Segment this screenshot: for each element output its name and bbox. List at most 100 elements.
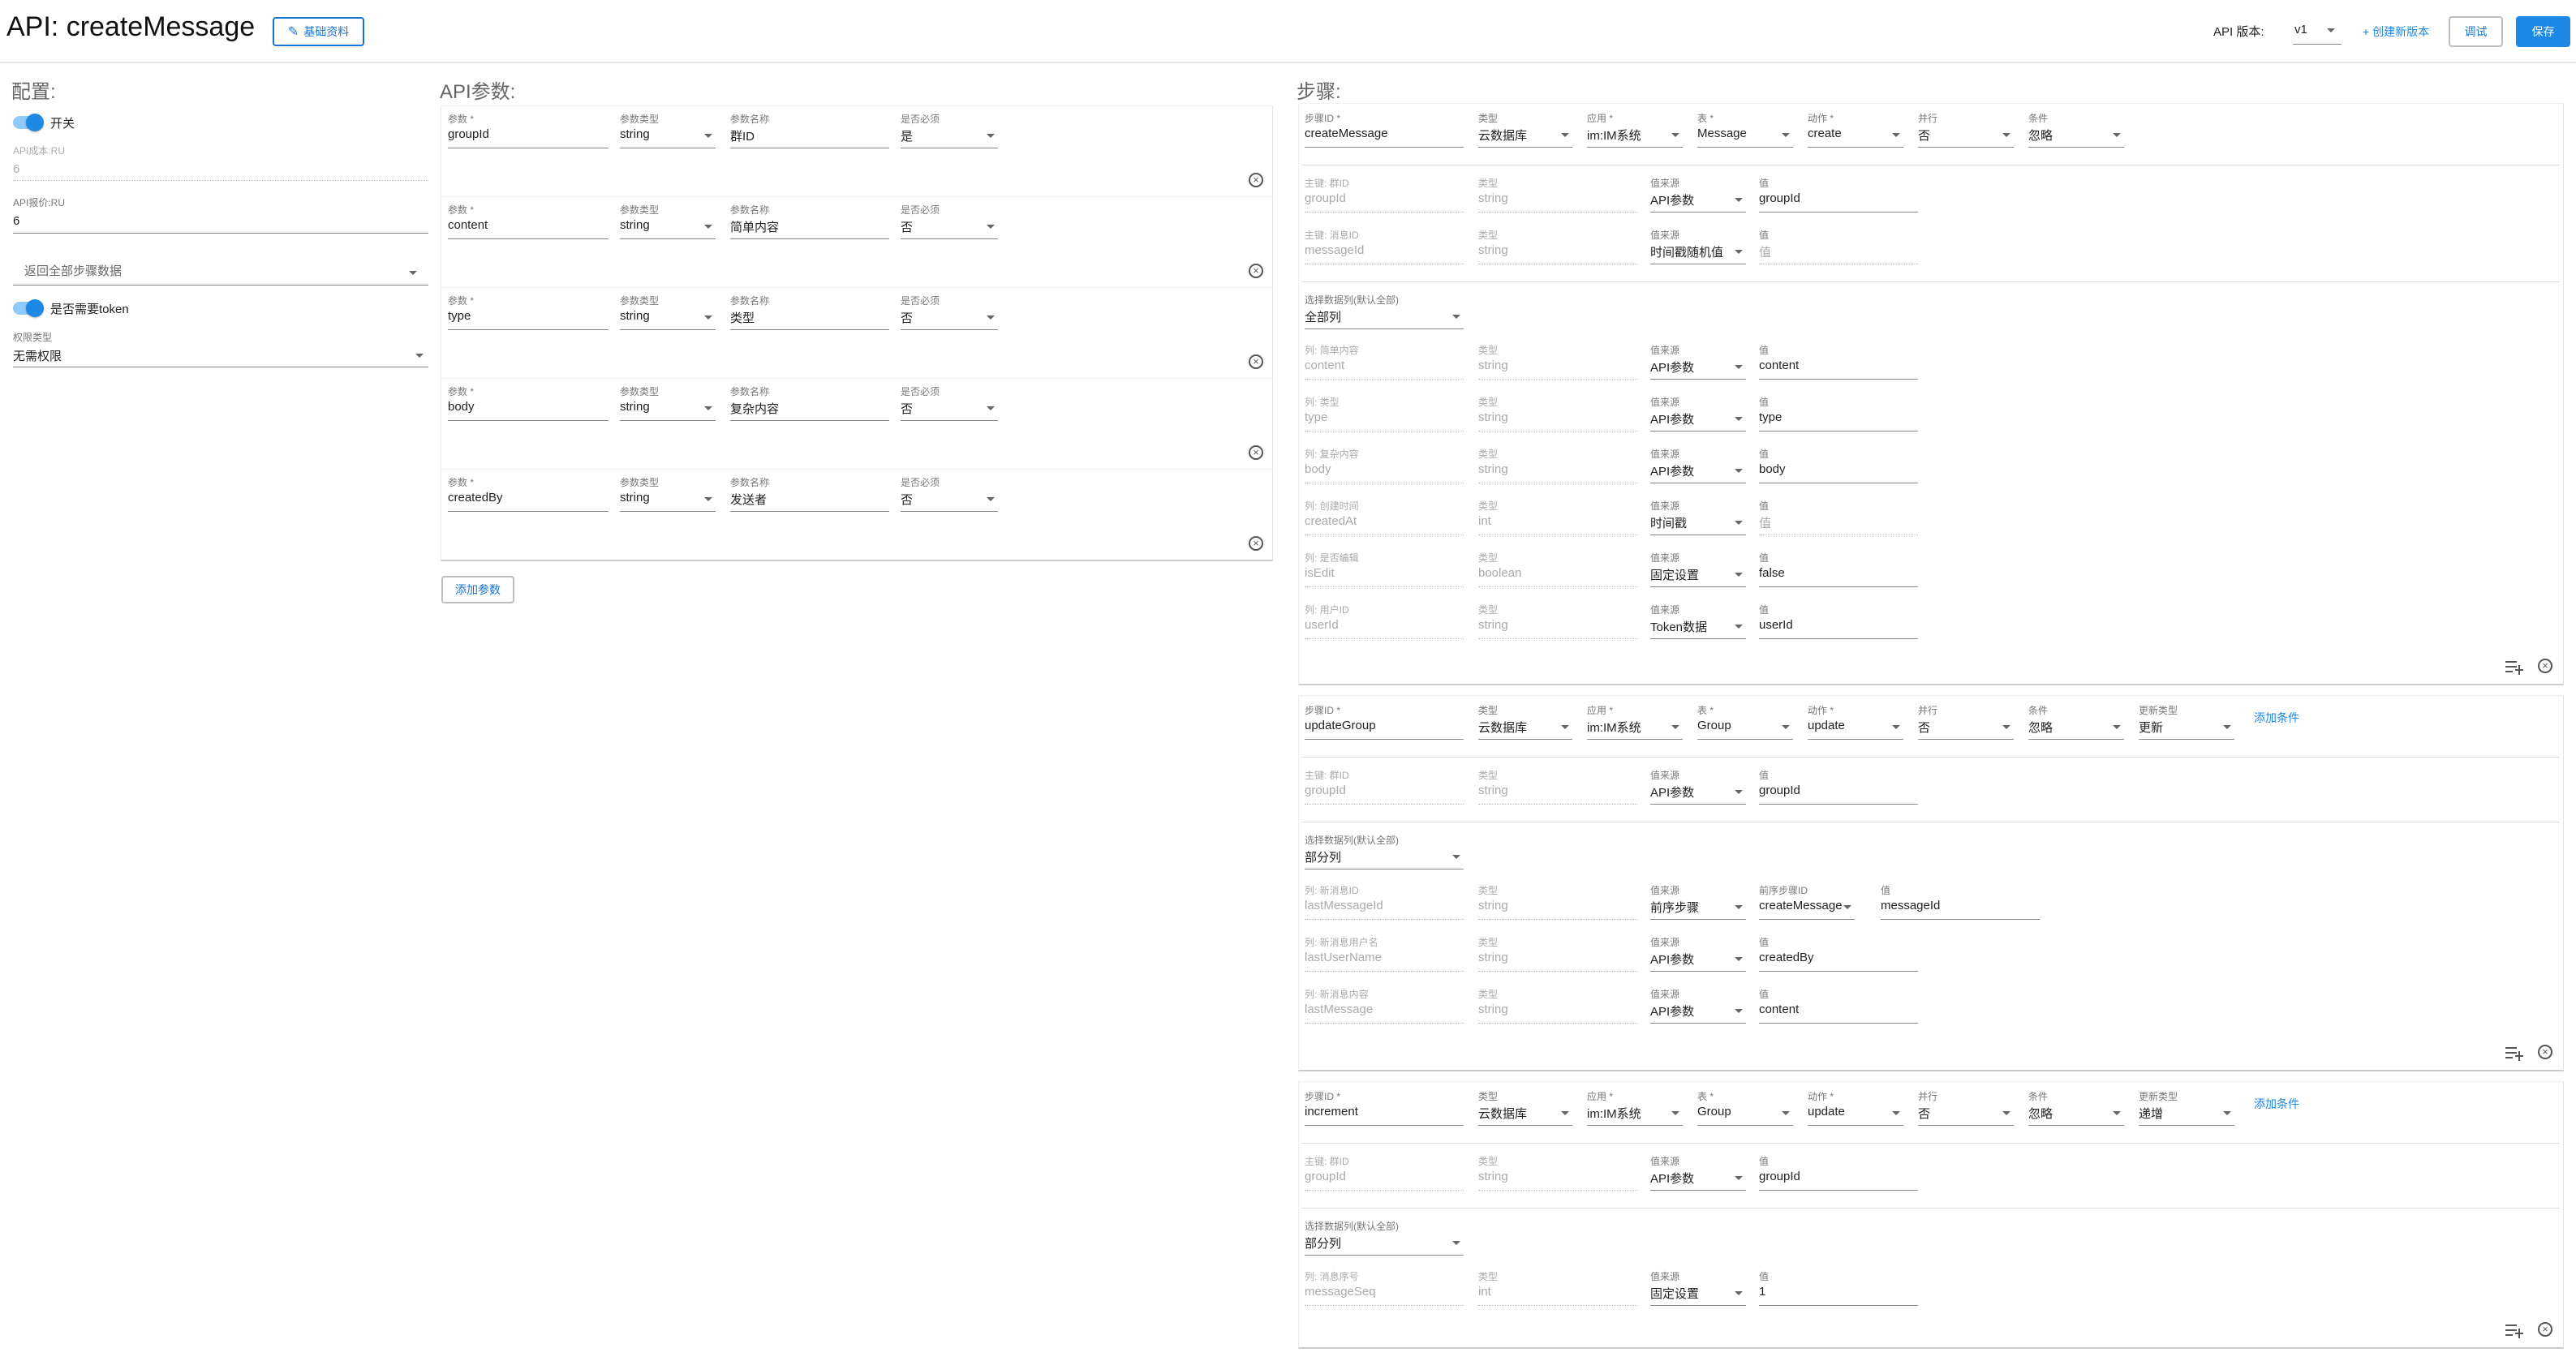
chevron-down-icon xyxy=(2002,725,2010,729)
data-col-source-select[interactable]: 固定设置 xyxy=(1650,566,1699,583)
step-condition-select[interactable]: 忽略 xyxy=(2028,719,2053,736)
param-name-input[interactable]: type xyxy=(448,309,471,323)
step-type-select[interactable]: 云数据库 xyxy=(1478,719,1527,736)
param-name-input[interactable]: body xyxy=(448,400,475,414)
switch-toggle[interactable] xyxy=(13,114,44,131)
create-version-link[interactable]: + 创建新版本 xyxy=(2363,24,2429,40)
step-id-input[interactable]: updateGroup xyxy=(1305,719,1376,732)
step-table-select[interactable]: Message xyxy=(1697,127,1747,140)
step-parallel-select[interactable]: 否 xyxy=(1918,127,1930,144)
data-col-value-input[interactable]: 1 xyxy=(1759,1285,1765,1299)
step-type-select[interactable]: 云数据库 xyxy=(1478,127,1527,144)
price-ru-input[interactable]: 6 xyxy=(13,214,19,228)
close-circle-icon[interactable]: × xyxy=(1249,264,1263,278)
param-type-select[interactable]: string xyxy=(620,491,650,504)
save-button[interactable]: 保存 xyxy=(2516,16,2570,47)
step-action-select[interactable]: create xyxy=(1808,127,1842,140)
column-select-select[interactable]: 部分列 xyxy=(1305,1234,1341,1252)
data-col-source-select[interactable]: 时间戳 xyxy=(1650,514,1687,531)
data-col-value-input[interactable]: body xyxy=(1759,462,1786,476)
step-id-input[interactable]: increment xyxy=(1305,1105,1358,1118)
step-app-select[interactable]: im:IM系统 xyxy=(1587,127,1641,144)
step-table-select[interactable]: Group xyxy=(1697,1105,1731,1118)
param-type-select[interactable]: string xyxy=(620,127,650,141)
add-condition-link[interactable]: 添加条件 xyxy=(2254,1096,2299,1112)
param-type-select[interactable]: string xyxy=(620,400,650,414)
column-select-select[interactable]: 全部列 xyxy=(1305,308,1341,325)
param-required-select[interactable]: 否 xyxy=(901,491,913,508)
data-col-source-select[interactable]: Token数据 xyxy=(1650,618,1707,635)
data-col-source-select[interactable]: API参数 xyxy=(1650,951,1694,968)
data-col-value-input[interactable]: userId xyxy=(1759,618,1793,632)
step-table-select[interactable]: Group xyxy=(1697,719,1731,732)
data-col-value-input[interactable]: type xyxy=(1759,410,1782,424)
param-required-select[interactable]: 否 xyxy=(901,218,913,235)
param-required-select[interactable]: 是 xyxy=(901,127,913,144)
param-name-input[interactable]: createdBy xyxy=(448,491,503,504)
key-value-input[interactable]: groupId xyxy=(1759,784,1800,797)
param-display-name-input[interactable]: 复杂内容 xyxy=(730,400,779,417)
close-circle-icon[interactable]: × xyxy=(1249,354,1263,369)
return-data-select[interactable]: 返回全部步骤数据 xyxy=(24,262,122,279)
param-name-input[interactable]: content xyxy=(448,218,488,232)
close-circle-icon[interactable]: × xyxy=(1249,536,1263,551)
step-update-type-select[interactable]: 递增 xyxy=(2139,1105,2163,1122)
step-action-select[interactable]: update xyxy=(1808,719,1845,732)
column-select-select[interactable]: 部分列 xyxy=(1305,848,1341,865)
data-col-value-input[interactable]: createdBy xyxy=(1759,951,1814,964)
debug-button[interactable]: 调试 xyxy=(2449,16,2503,47)
step-parallel-select[interactable]: 否 xyxy=(1918,719,1930,736)
data-col-value-input[interactable]: content xyxy=(1759,1003,1799,1016)
playlist-add-icon[interactable] xyxy=(2505,1045,2523,1061)
close-circle-icon[interactable]: × xyxy=(1249,445,1263,460)
key-value-input[interactable]: groupId xyxy=(1759,191,1800,205)
data-col-source-select[interactable]: 固定设置 xyxy=(1650,1285,1699,1302)
close-circle-icon[interactable]: × xyxy=(1249,173,1263,187)
data-col-value-input[interactable]: messageId xyxy=(1881,899,1940,912)
step-id-input[interactable]: createMessage xyxy=(1305,127,1388,140)
close-circle-icon[interactable]: × xyxy=(2538,1322,2552,1337)
param-display-name-input[interactable]: 发送者 xyxy=(730,491,767,508)
perm-type-select[interactable]: 无需权限 xyxy=(13,347,62,364)
step-update-type-select[interactable]: 更新 xyxy=(2139,719,2163,736)
data-col-source-select[interactable]: API参数 xyxy=(1650,1003,1694,1020)
step-action-select[interactable]: update xyxy=(1808,1105,1845,1118)
playlist-add-icon[interactable] xyxy=(2505,659,2523,675)
basic-info-button[interactable]: ✎ 基础资料 xyxy=(273,17,364,46)
data-col-value-input[interactable]: false xyxy=(1759,566,1785,580)
param-display-name-input[interactable]: 类型 xyxy=(730,309,755,326)
step-type-select[interactable]: 云数据库 xyxy=(1478,1105,1527,1122)
data-col-source-select[interactable]: API参数 xyxy=(1650,358,1694,376)
param-type-select[interactable]: string xyxy=(620,309,650,323)
param-display-name-input[interactable]: 群ID xyxy=(730,127,755,144)
step-condition-select[interactable]: 忽略 xyxy=(2028,1105,2053,1122)
param-type-select[interactable]: string xyxy=(620,218,650,232)
key-source-select[interactable]: API参数 xyxy=(1650,784,1694,801)
step-app-select[interactable]: im:IM系统 xyxy=(1587,719,1641,736)
data-col-source-select[interactable]: API参数 xyxy=(1650,410,1694,427)
playlist-add-icon[interactable] xyxy=(2505,1323,2523,1338)
add-param-button[interactable]: 添加参数 xyxy=(441,576,514,603)
step-app-select[interactable]: im:IM系统 xyxy=(1587,1105,1641,1122)
data-col-source-select[interactable]: API参数 xyxy=(1650,462,1694,479)
param-required-underline xyxy=(901,420,998,421)
step-condition-select[interactable]: 忽略 xyxy=(2028,127,2053,144)
param-required-select[interactable]: 否 xyxy=(901,309,913,326)
param-name-input[interactable]: groupId xyxy=(448,127,489,141)
data-col-label: 列: 复杂内容 xyxy=(1305,449,1359,460)
prev-step-select[interactable]: createMessage xyxy=(1759,899,1843,912)
close-circle-icon[interactable]: × xyxy=(2538,1045,2552,1059)
key-value-input[interactable]: groupId xyxy=(1759,1170,1800,1183)
param-display-name-input[interactable]: 简单内容 xyxy=(730,218,779,235)
close-circle-icon[interactable]: × xyxy=(2538,659,2552,673)
step-parallel-select[interactable]: 否 xyxy=(1918,1105,1930,1122)
data-col-source-select[interactable]: 前序步骤 xyxy=(1650,899,1699,916)
data-col-value-input[interactable]: content xyxy=(1759,358,1799,372)
add-condition-link[interactable]: 添加条件 xyxy=(2254,710,2299,726)
version-select[interactable]: v1 xyxy=(2294,23,2307,36)
key-source-select[interactable]: API参数 xyxy=(1650,191,1694,208)
key-source-select[interactable]: API参数 xyxy=(1650,1170,1694,1187)
key-source-select[interactable]: 时间戳随机值 xyxy=(1650,243,1723,260)
token-toggle[interactable] xyxy=(13,299,44,317)
param-required-select[interactable]: 否 xyxy=(901,400,913,417)
